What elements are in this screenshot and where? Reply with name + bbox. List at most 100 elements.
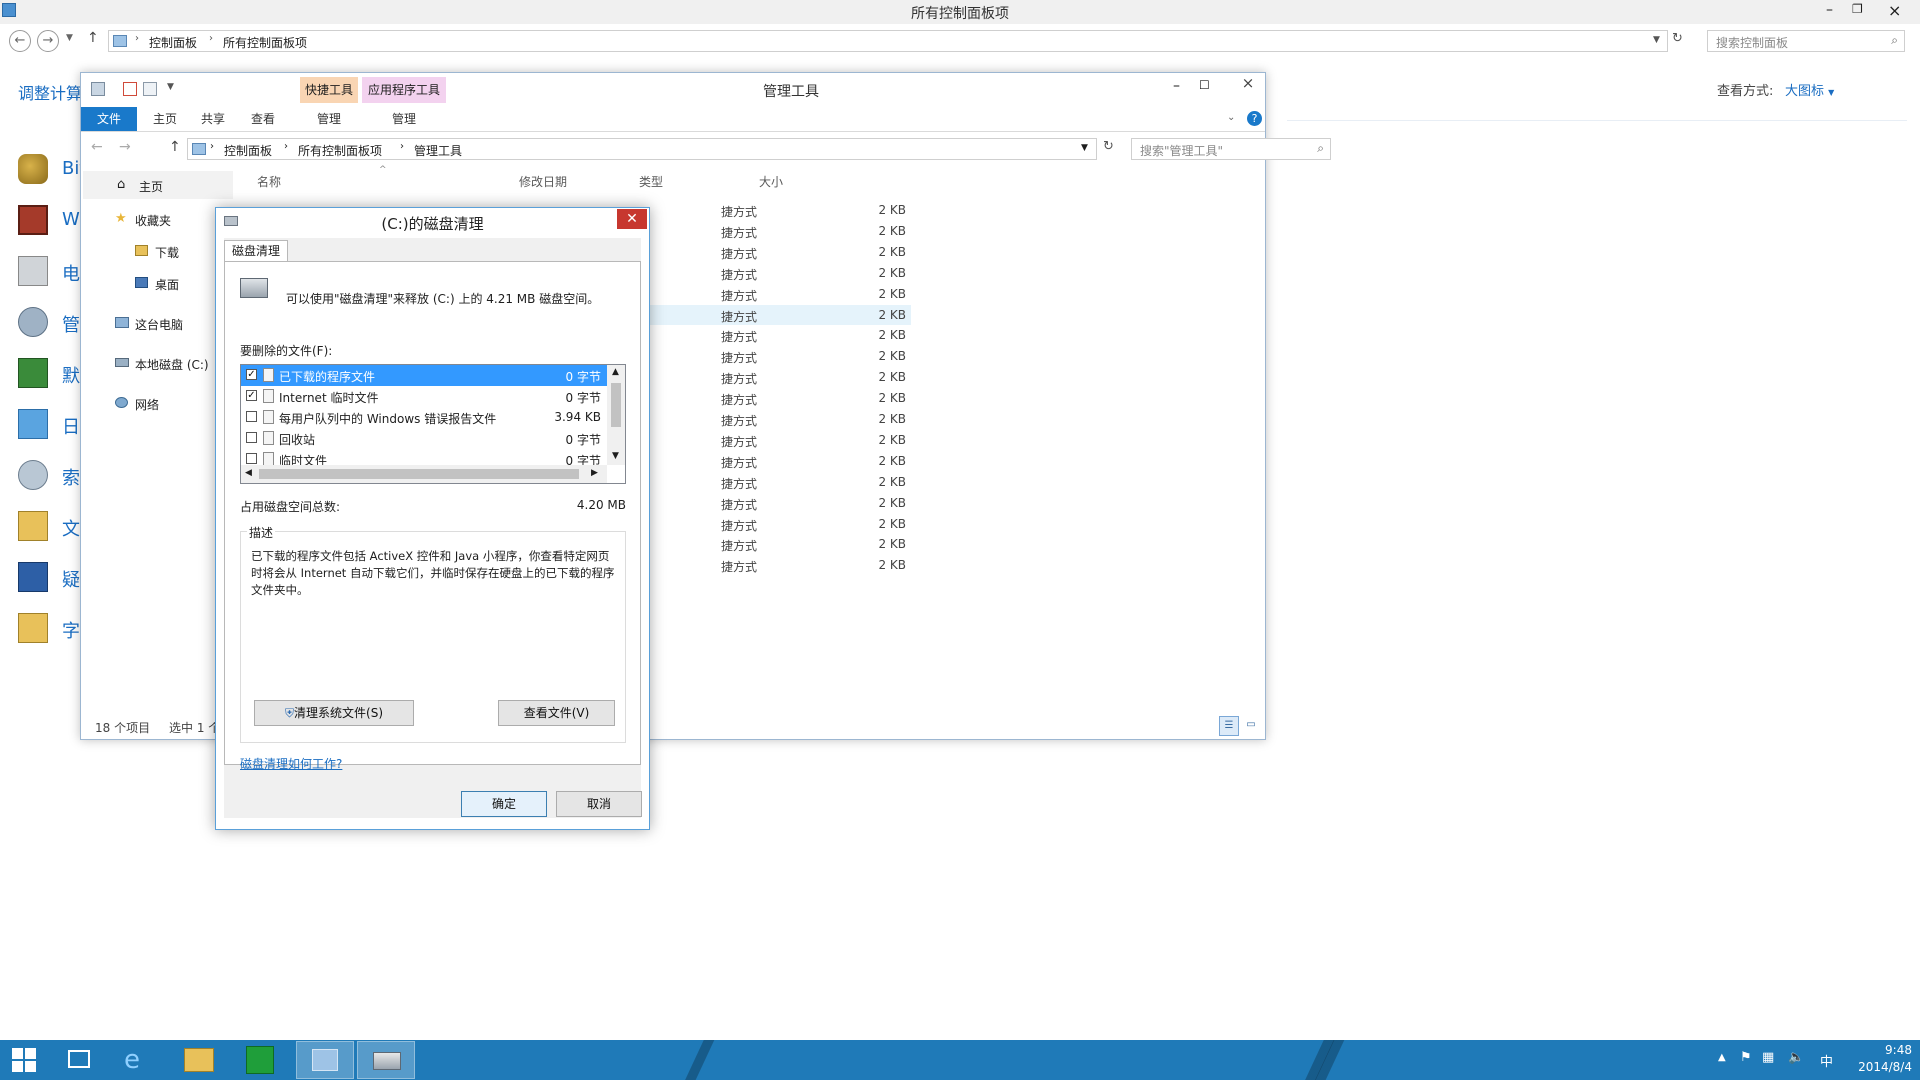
tab-file[interactable]: 文件 — [81, 107, 137, 131]
back-button[interactable]: ← — [9, 30, 31, 52]
minimize-button[interactable]: – — [1826, 2, 1833, 18]
scroll-thumb[interactable] — [611, 383, 621, 427]
close-button[interactable]: × — [1888, 1, 1901, 20]
large-icons-view-button[interactable]: ▭ — [1241, 716, 1261, 736]
cp-search-input[interactable]: 搜索控制面板 ⌕ — [1707, 30, 1905, 52]
forward-button[interactable]: → — [119, 139, 131, 155]
checkbox[interactable]: ✓ — [246, 390, 257, 401]
list-item[interactable]: ✓ Internet 临时文件 0 字节 — [241, 386, 607, 407]
view-files-button[interactable]: 查看文件(V) — [498, 700, 615, 726]
quick-access-icon[interactable] — [143, 82, 157, 96]
taskbar-control-panel[interactable] — [296, 1041, 354, 1079]
checkbox[interactable]: ✓ — [246, 369, 257, 380]
expand-ribbon-icon[interactable]: ⌄ — [1227, 112, 1235, 123]
explorer-search-input[interactable]: 搜索"管理工具" ⌕ — [1131, 138, 1331, 160]
up-button[interactable]: ↑ — [87, 30, 99, 46]
refresh-icon[interactable]: ↻ — [1672, 31, 1683, 46]
scroll-up-icon[interactable]: ▲ — [612, 367, 619, 377]
cancel-button[interactable]: 取消 — [556, 791, 642, 817]
new-folder-icon[interactable] — [123, 82, 137, 96]
cp-address-field[interactable]: › 控制面板 › 所有控制面板项 ▼ — [108, 30, 1668, 52]
close-button[interactable]: × — [1231, 73, 1265, 95]
file-category-size: 0 字节 — [565, 370, 601, 384]
help-icon[interactable]: ? — [1247, 111, 1262, 126]
clean-system-files-button[interactable]: ⛨清理系统文件(S) — [254, 700, 414, 726]
breadcrumb-all-items[interactable]: 所有控制面板项 — [298, 142, 382, 159]
show-hidden-icons[interactable]: ▲ — [1718, 1052, 1726, 1063]
ok-button[interactable]: 确定 — [461, 791, 547, 817]
context-tab-app-tools[interactable]: 应用程序工具 — [362, 77, 446, 103]
column-header-size[interactable]: 大小 — [759, 173, 783, 190]
breadcrumb-all-items[interactable]: 所有控制面板项 — [223, 34, 307, 51]
tab-share[interactable]: 共享 — [191, 107, 235, 131]
row-size: 2 KB — [878, 412, 906, 426]
nav-local-disk-label: 本地磁盘 (C:) — [135, 358, 209, 372]
customize-toolbar-icon[interactable]: ▼ — [167, 82, 174, 92]
scroll-right-icon[interactable]: ▶ — [591, 468, 598, 478]
network-tray-icon[interactable]: ▦ — [1762, 1050, 1774, 1065]
column-header-type[interactable]: 类型 — [639, 173, 663, 190]
up-button[interactable]: ↑ — [169, 139, 181, 155]
checkbox[interactable] — [246, 453, 257, 464]
refresh-icon[interactable]: ↻ — [1103, 139, 1114, 154]
cp-view-selector[interactable]: 大图标 ▼ — [1785, 80, 1834, 99]
chevron-down-icon: ▼ — [1828, 88, 1835, 97]
minimize-button[interactable]: – — [1173, 78, 1180, 94]
dialog-close-button[interactable]: ✕ — [617, 209, 647, 229]
details-view-button[interactable]: ☰ — [1219, 716, 1239, 736]
clean-system-files-label: 清理系统文件(S) — [294, 706, 383, 720]
breadcrumb-control-panel[interactable]: 控制面板 — [149, 34, 197, 51]
control-panel-icon — [192, 143, 206, 155]
tab-manage-app[interactable]: 管理 — [362, 107, 446, 131]
taskbar-disk-cleanup[interactable] — [357, 1041, 415, 1079]
file-category-size: 0 字节 — [565, 433, 601, 447]
control-panel-icon — [312, 1049, 338, 1071]
tab-view[interactable]: 查看 — [241, 107, 285, 131]
ime-indicator[interactable]: 中 — [1820, 1051, 1833, 1070]
restore-button[interactable]: ❐ — [1852, 2, 1863, 16]
column-header-name[interactable]: 名称 — [257, 173, 281, 190]
flag-icon[interactable]: ⚑ — [1740, 1050, 1752, 1065]
chevron-down-icon[interactable]: ▼ — [1081, 143, 1088, 153]
taskview-button[interactable] — [68, 1050, 90, 1068]
checkbox[interactable] — [246, 411, 257, 422]
help-link[interactable]: 磁盘清理如何工作? — [240, 755, 342, 772]
volume-icon[interactable]: 🔈 — [1788, 1050, 1804, 1065]
cp-adjust-heading[interactable]: 调整计算 — [18, 80, 82, 104]
store-icon[interactable] — [246, 1046, 274, 1074]
scroll-thumb[interactable] — [259, 469, 579, 479]
list-item[interactable]: 每用户队列中的 Windows 错误报告文件 3.94 KB — [241, 407, 607, 428]
breadcrumb-control-panel[interactable]: 控制面板 — [224, 142, 272, 159]
back-button[interactable]: ← — [91, 139, 103, 155]
list-item[interactable]: 回收站 0 字节 — [241, 428, 607, 449]
row-type: 捷方式 — [721, 309, 758, 324]
start-button[interactable] — [12, 1048, 36, 1072]
checkbox[interactable] — [246, 432, 257, 443]
chevron-down-icon[interactable]: ▼ — [1653, 35, 1660, 45]
forward-button[interactable]: → — [37, 30, 59, 52]
chevron-down-icon[interactable]: ▼ — [66, 33, 73, 43]
navigation-pane: ⌂ 主页 ★ 收藏夹 下载 桌面 这台电脑 本地磁盘 (C:) 网络 — [81, 171, 236, 631]
list-item[interactable]: ✓ 已下载的程序文件 0 字节 — [241, 365, 607, 386]
tab-home[interactable]: 主页 — [143, 107, 187, 131]
nav-home[interactable]: ⌂ 主页 — [83, 171, 233, 199]
column-header-modified[interactable]: 修改日期 — [519, 173, 567, 190]
file-explorer-icon[interactable] — [184, 1048, 214, 1072]
ie-icon[interactable]: e — [124, 1046, 154, 1074]
tab-disk-cleanup[interactable]: 磁盘清理 — [224, 240, 288, 262]
clock-time[interactable]: 9:48 — [1852, 1043, 1912, 1057]
clock-date[interactable]: 2014/8/4 — [1842, 1060, 1912, 1074]
chevron-right-icon: › — [284, 141, 288, 152]
horizontal-scrollbar[interactable]: ◀ ▶ — [241, 465, 607, 483]
explorer-address-field[interactable]: › 控制面板 › 所有控制面板项 › 管理工具 ▼ — [187, 138, 1097, 160]
context-tab-shortcut-tools[interactable]: 快捷工具 — [300, 77, 358, 103]
files-listbox[interactable]: ✓ 已下载的程序文件 0 字节 ✓ Internet 临时文件 0 字节 每用户队列中的 W… — [240, 364, 626, 484]
fonts-icon — [18, 613, 48, 643]
tab-manage-shortcut[interactable]: 管理 — [300, 107, 358, 131]
breadcrumb-admin-tools[interactable]: 管理工具 — [414, 142, 462, 159]
properties-icon[interactable] — [91, 82, 105, 96]
scroll-down-icon[interactable]: ▼ — [612, 451, 619, 461]
vertical-scrollbar[interactable]: ▲ ▼ — [607, 365, 625, 465]
maximize-button[interactable]: ☐ — [1199, 78, 1210, 92]
scroll-left-icon[interactable]: ◀ — [245, 468, 252, 478]
